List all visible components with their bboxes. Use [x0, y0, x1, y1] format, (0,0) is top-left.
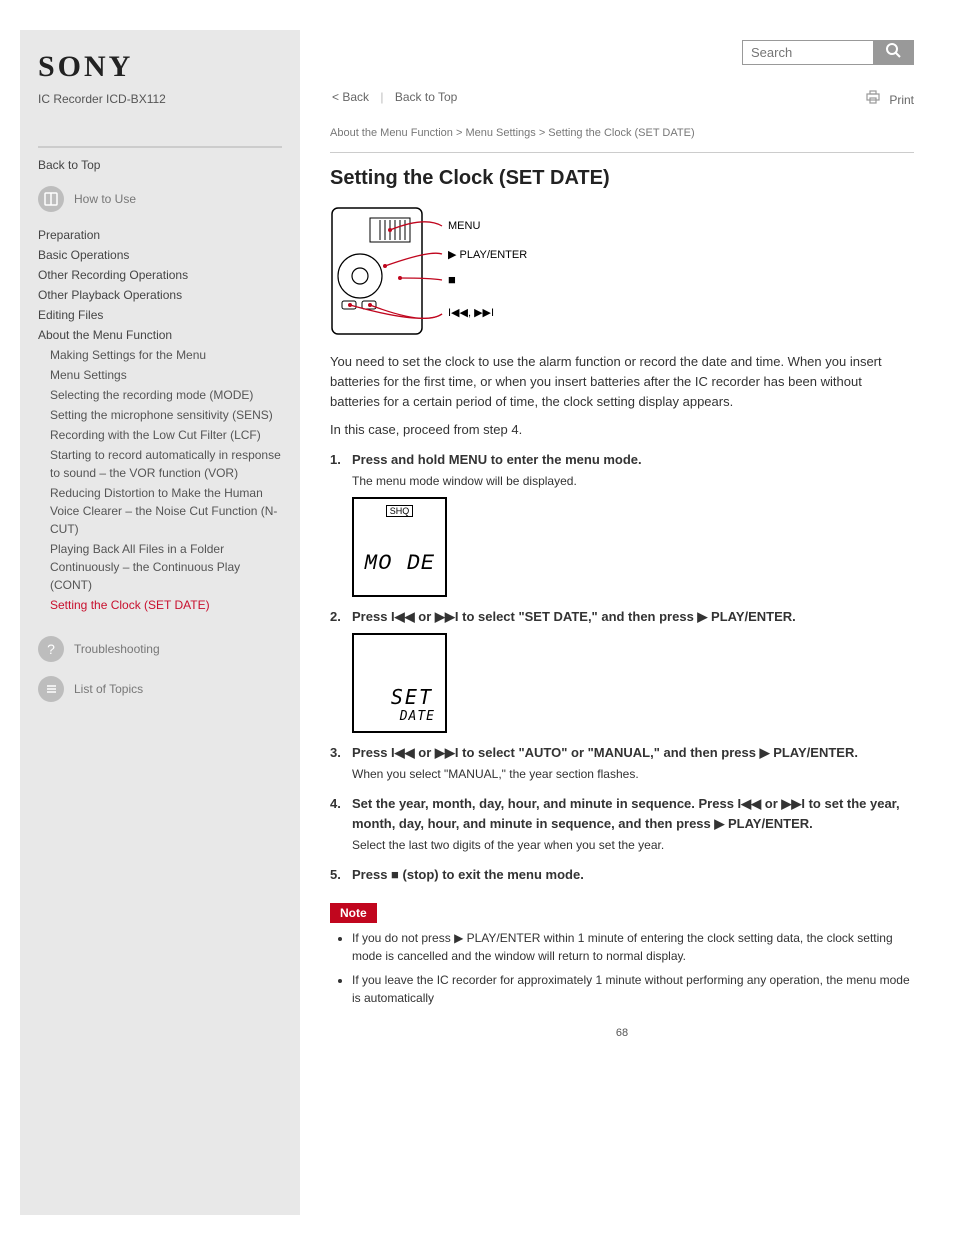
play-icon: ▶: [760, 745, 770, 760]
question-icon: ?: [38, 636, 64, 662]
note-label: Note: [330, 903, 377, 923]
book-icon: [38, 186, 64, 212]
search-button[interactable]: [873, 41, 913, 64]
svg-text:▶ PLAY/ENTER: ▶ PLAY/ENTER: [448, 249, 527, 261]
lcd-screen-mode: SHQ MO DE: [352, 497, 447, 597]
play-icon: ▶: [697, 609, 707, 624]
toolbar: < Back | Back to Top Print: [330, 90, 914, 113]
back-to-top-label[interactable]: Back to Top: [38, 146, 282, 172]
sidebar: SONY IC Recorder ICD-BX112 Back to Top H…: [20, 30, 300, 1215]
toc-leaf[interactable]: Selecting the recording mode (MODE): [50, 386, 282, 404]
toc-sub-item[interactable]: Making Settings for the Menu: [50, 346, 282, 364]
list-icon: [38, 676, 64, 702]
step-5: 5. Press ■ (stop) to exit the menu mode.: [330, 865, 914, 885]
prev-icon: I◀◀: [391, 745, 415, 760]
note-item: If you leave the IC recorder for approxi…: [352, 971, 914, 1007]
lcd-screen-setdate: SET DATE: [352, 633, 447, 733]
search-bar: [742, 40, 914, 65]
page-number: 68: [330, 1027, 914, 1039]
troubleshooting-row[interactable]: ? Troubleshooting: [38, 636, 282, 662]
toc-item[interactable]: Other Recording Operations: [38, 266, 282, 284]
toc-leaf[interactable]: Starting to record automatically in resp…: [50, 446, 282, 482]
step-4: 4. Set the year, month, day, hour, and m…: [330, 794, 914, 855]
prev-icon: I◀◀: [738, 796, 762, 811]
next-icon: ▶▶I: [781, 796, 805, 811]
step-3: 3. Press I◀◀ or ▶▶I to select "AUTO" or …: [330, 743, 914, 784]
play-icon: ▶: [714, 816, 724, 831]
page-title: Setting the Clock (SET DATE): [330, 167, 914, 190]
main-content: < Back | Back to Top Print About the Men…: [300, 30, 914, 1215]
how-to-use-row[interactable]: How to Use: [38, 186, 282, 212]
toc-item[interactable]: About the Menu Function: [38, 326, 282, 344]
step-2: 2. Press I◀◀ or ▶▶I to select "SET DATE,…: [330, 607, 914, 627]
search-icon: [885, 42, 901, 58]
model-label: IC Recorder ICD-BX112: [38, 92, 282, 106]
toc-leaf[interactable]: Setting the microphone sensitivity (SENS…: [50, 406, 282, 424]
table-of-contents: Preparation Basic Operations Other Recor…: [38, 226, 282, 614]
note-item: If you do not press ▶ PLAY/ENTER within …: [352, 929, 914, 965]
toc-sub-item[interactable]: Menu Settings: [50, 366, 282, 384]
prev-icon: I◀◀: [391, 609, 415, 624]
list-topics-row[interactable]: List of Topics: [38, 676, 282, 702]
toc-item[interactable]: Other Playback Operations: [38, 286, 282, 304]
toc-leaf[interactable]: Reducing Distortion to Make the Human Vo…: [50, 484, 282, 538]
svg-text:■: ■: [448, 272, 456, 287]
step-1: 1. Press and hold MENU to enter the menu…: [330, 450, 914, 491]
device-diagram: MENU ▶ PLAY/ENTER ■ I◀◀, ▶▶I: [330, 206, 510, 336]
toc-leaf[interactable]: Playing Back All Files in a Folder Conti…: [50, 540, 282, 594]
notes-list: If you do not press ▶ PLAY/ENTER within …: [352, 929, 914, 1007]
toc-item[interactable]: Editing Files: [38, 306, 282, 324]
search-input[interactable]: [743, 41, 873, 64]
back-link[interactable]: < Back: [332, 90, 369, 104]
next-icon: ▶▶I: [435, 609, 459, 624]
printer-icon: [865, 91, 885, 107]
stop-icon: ■: [391, 867, 399, 882]
breadcrumb: About the Menu Function > Menu Settings …: [330, 125, 914, 153]
brand-logo: SONY: [38, 50, 282, 84]
intro-text: You need to set the clock to use the ala…: [330, 352, 914, 412]
svg-text:I◀◀, ▶▶I: I◀◀, ▶▶I: [448, 307, 494, 319]
toc-leaf[interactable]: Recording with the Low Cut Filter (LCF): [50, 426, 282, 444]
print-button[interactable]: Print: [865, 90, 914, 107]
back-to-top-link[interactable]: Back to Top: [395, 90, 457, 104]
play-icon: ▶: [454, 931, 463, 945]
toc-leaf-active[interactable]: Setting the Clock (SET DATE): [50, 596, 282, 614]
next-icon: ▶▶I: [435, 745, 459, 760]
toc-item[interactable]: Basic Operations: [38, 246, 282, 264]
intro-text-2: In this case, proceed from step 4.: [330, 420, 914, 440]
toc-item[interactable]: Preparation: [38, 226, 282, 244]
svg-text:MENU: MENU: [448, 220, 480, 232]
